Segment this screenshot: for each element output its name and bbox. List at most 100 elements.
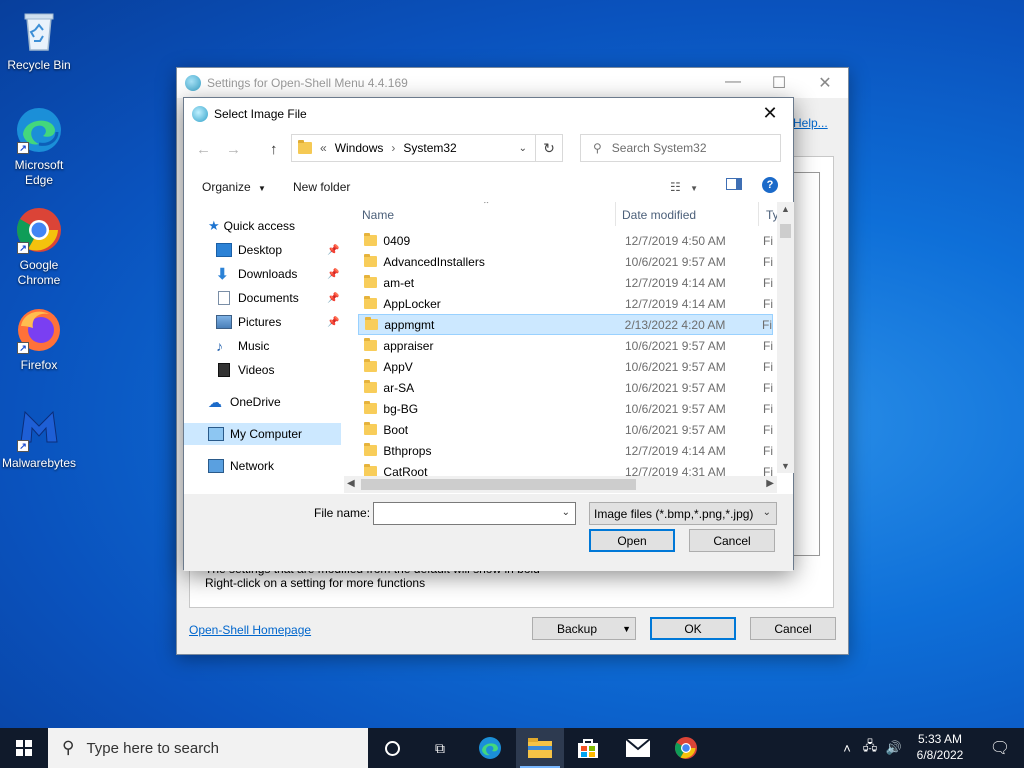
- horizontal-scrollbar[interactable]: ◀ ▶: [344, 476, 777, 493]
- desktop-icon-recycle-bin[interactable]: Recycle Bin: [1, 6, 77, 73]
- column-date-modified[interactable]: Date modified: [622, 208, 696, 222]
- taskbar-store[interactable]: [564, 728, 612, 768]
- file-type-select[interactable]: Image files (*.bmp,*.png,*.jpg) ⌄: [589, 502, 777, 525]
- pin-icon[interactable]: 📌: [327, 317, 339, 328]
- folder-icon: [365, 317, 379, 330]
- chevron-down-icon[interactable]: ⌄: [519, 143, 527, 154]
- desktop-icon-firefox[interactable]: ↗ Firefox: [1, 306, 77, 373]
- address-bar[interactable]: « Windows › System32 ⌄: [291, 134, 536, 162]
- organize-button[interactable]: Organize ▼: [202, 180, 266, 194]
- dialog-close-icon[interactable]: ✕: [747, 103, 793, 124]
- cortana-button[interactable]: [368, 728, 416, 768]
- nav-pictures[interactable]: Pictures: [216, 311, 281, 333]
- taskbar-file-explorer[interactable]: [516, 728, 564, 768]
- settings-cancel-button[interactable]: Cancel: [750, 617, 836, 640]
- help-link[interactable]: Help...: [793, 116, 828, 130]
- maximize-icon[interactable]: ☐: [756, 73, 802, 93]
- scroll-right-icon[interactable]: ▶: [766, 478, 774, 489]
- list-item[interactable]: 0409 12/7/2019 4:50 AM Fi: [358, 230, 773, 251]
- navigation-pane: ★ Quick access Desktop 📌 ⬇ Downloads 📌 D…: [184, 202, 352, 492]
- file-name-label: File name:: [314, 506, 371, 520]
- scroll-thumb[interactable]: [780, 224, 791, 238]
- ok-button[interactable]: OK: [650, 617, 736, 640]
- preview-pane-icon[interactable]: [726, 178, 742, 190]
- folder-icon: [364, 254, 378, 267]
- breadcrumb-overflow[interactable]: «: [320, 141, 327, 155]
- taskbar-chrome[interactable]: [662, 728, 710, 768]
- scroll-down-icon[interactable]: ▼: [781, 461, 790, 471]
- list-item-selected[interactable]: appmgmt 2/13/2022 4:20 AM Fi: [358, 314, 773, 335]
- help-icon[interactable]: ?: [762, 177, 778, 193]
- nav-desktop[interactable]: Desktop: [216, 239, 282, 261]
- list-item[interactable]: bg-BG 10/6/2021 9:57 AM Fi: [358, 398, 773, 419]
- refresh-button[interactable]: ↻: [536, 134, 563, 162]
- nav-my-computer[interactable]: My Computer: [184, 423, 341, 445]
- settings-title: Settings for Open-Shell Menu 4.4.169: [207, 76, 408, 90]
- clock-time: 5:33 AM: [917, 732, 963, 746]
- new-folder-button[interactable]: New folder: [293, 180, 350, 194]
- desktop-icon-chrome[interactable]: ↗ Google Chrome: [1, 206, 77, 288]
- forward-arrow-icon[interactable]: →: [226, 141, 241, 158]
- back-arrow-icon[interactable]: ←: [196, 141, 211, 158]
- minimize-icon[interactable]: —: [710, 73, 756, 93]
- homepage-link[interactable]: Open-Shell Homepage: [189, 623, 311, 637]
- shortcut-arrow-icon: ↗: [17, 142, 29, 154]
- pin-icon[interactable]: 📌: [327, 245, 339, 256]
- taskbar-search-input[interactable]: ⚲ Type here to search: [48, 728, 368, 768]
- start-button[interactable]: [0, 728, 48, 768]
- nav-network[interactable]: Network: [208, 455, 274, 477]
- breadcrumb-system32[interactable]: System32: [403, 141, 456, 155]
- cancel-button[interactable]: Cancel: [689, 529, 775, 552]
- pin-icon[interactable]: 📌: [327, 269, 339, 280]
- open-button[interactable]: Open: [589, 529, 675, 552]
- list-item[interactable]: ar-SA 10/6/2021 9:57 AM Fi: [358, 377, 773, 398]
- breadcrumb-windows[interactable]: Windows: [335, 141, 384, 155]
- nav-videos[interactable]: Videos: [216, 359, 274, 381]
- nav-downloads[interactable]: ⬇ Downloads: [216, 263, 297, 285]
- vertical-scrollbar[interactable]: ▲ ▼: [777, 202, 794, 473]
- network-icon[interactable]: 🖧: [858, 737, 882, 759]
- list-item[interactable]: AdvancedInstallers 10/6/2021 9:57 AM Fi: [358, 251, 773, 272]
- close-icon[interactable]: ✕: [802, 73, 848, 93]
- list-item[interactable]: am-et 12/7/2019 4:14 AM Fi: [358, 272, 773, 293]
- nav-music[interactable]: ♪ Music: [216, 335, 269, 357]
- nav-onedrive[interactable]: ☁ OneDrive: [208, 391, 281, 413]
- list-item[interactable]: AppV 10/6/2021 9:57 AM Fi: [358, 356, 773, 377]
- scroll-thumb[interactable]: [361, 479, 636, 490]
- open-label: Open: [617, 533, 647, 548]
- chevron-down-icon[interactable]: ⌄: [562, 507, 570, 518]
- desktop-icon-edge[interactable]: ↗ Microsoft Edge: [1, 106, 77, 188]
- file-name-input[interactable]: ⌄: [373, 502, 576, 525]
- column-name[interactable]: Name: [362, 208, 394, 222]
- firefox-icon: ↗: [15, 306, 63, 354]
- backup-button[interactable]: Backup ▼: [532, 617, 636, 640]
- up-arrow-icon[interactable]: ↑: [270, 141, 278, 158]
- scroll-up-icon[interactable]: ▲: [781, 204, 790, 214]
- navigation-bar: ← → ↑ « Windows › System32 ⌄ ↻ ⚲ Search …: [184, 134, 793, 164]
- view-options-icon[interactable]: ☷ ▼: [670, 180, 698, 194]
- scroll-left-icon[interactable]: ◀: [347, 478, 355, 489]
- pin-icon[interactable]: 📌: [327, 293, 339, 304]
- video-icon: [218, 363, 230, 377]
- store-bag-icon: [578, 739, 598, 758]
- desktop-icon: [216, 243, 232, 257]
- list-item[interactable]: appraiser 10/6/2021 9:57 AM Fi: [358, 335, 773, 356]
- column-separator[interactable]: [615, 202, 616, 226]
- taskbar-search-placeholder: Type here to search: [86, 739, 220, 757]
- list-item[interactable]: Boot 10/6/2021 9:57 AM Fi: [358, 419, 773, 440]
- chevron-up-icon[interactable]: ˄: [836, 741, 858, 756]
- list-item[interactable]: AppLocker 12/7/2019 4:14 AM Fi: [358, 293, 773, 314]
- clock[interactable]: 5:33 AM 6/8/2022: [905, 731, 975, 763]
- nav-documents[interactable]: Documents: [216, 287, 299, 309]
- taskbar-edge[interactable]: [466, 728, 514, 768]
- search-input[interactable]: ⚲ Search System32: [580, 134, 781, 162]
- taskbar-mail[interactable]: [614, 728, 662, 768]
- volume-icon[interactable]: 🔊: [882, 740, 906, 756]
- shortcut-arrow-icon: ↗: [17, 440, 29, 452]
- notifications-button[interactable]: 🗨: [976, 728, 1024, 768]
- column-separator[interactable]: [758, 202, 759, 226]
- nav-quick-access[interactable]: ★ Quick access: [208, 215, 295, 237]
- list-item[interactable]: Bthprops 12/7/2019 4:14 AM Fi: [358, 440, 773, 461]
- task-view-button[interactable]: ⧉: [416, 728, 464, 768]
- desktop-icon-malwarebytes[interactable]: ↗ Malwarebytes: [1, 404, 77, 471]
